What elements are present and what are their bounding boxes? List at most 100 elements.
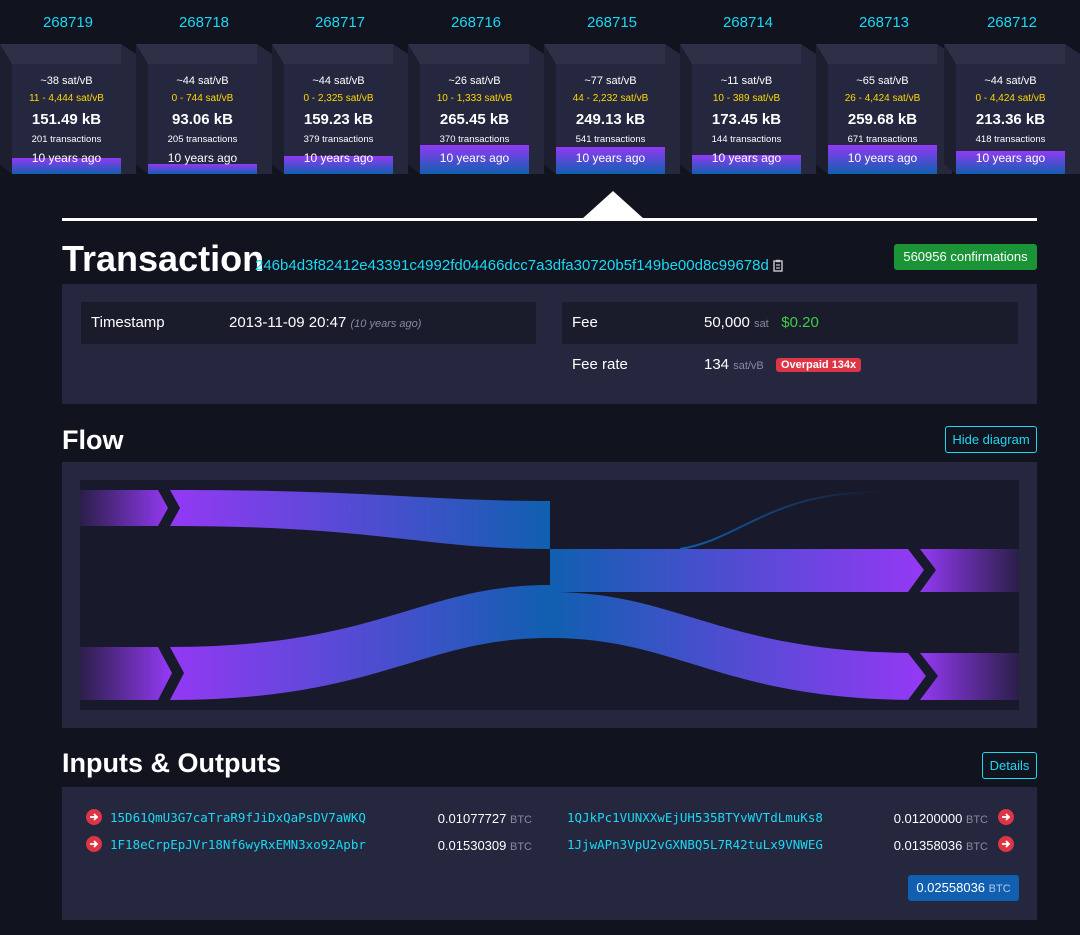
transaction-id[interactable]: 246b4d3f82412e43391c4992fd04466dcc7a3dfa…: [255, 257, 769, 274]
input-amount-unit: BTC: [510, 814, 532, 826]
block-268715[interactable]: 268715 ~77 sat/vB 44 - 2,232 sat/vB 249.…: [544, 0, 680, 180]
hide-diagram-button[interactable]: Hide diagram: [945, 426, 1037, 453]
block-median-fee: ~44 sat/vB: [176, 75, 229, 87]
input-address[interactable]: 1F18eCrpEpJVr18Nf6wyRxEMN3xo92Apbr: [110, 837, 366, 852]
block-height[interactable]: 268712: [944, 14, 1080, 31]
block-268716[interactable]: 268716 ~26 sat/vB 10 - 1,333 sat/vB 265.…: [408, 0, 544, 180]
block-face[interactable]: ~38 sat/vB 11 - 4,444 sat/vB 151.49 kB 2…: [12, 64, 121, 174]
block-cube[interactable]: ~11 sat/vB 10 - 389 sat/vB 173.45 kB 144…: [680, 44, 816, 174]
block-median-fee: ~26 sat/vB: [448, 75, 501, 87]
block-median-fee: ~44 sat/vB: [984, 75, 1037, 87]
details-button[interactable]: Details: [982, 752, 1037, 779]
header-divider: [62, 218, 1037, 221]
block-time-ago: 10 years ago: [31, 151, 102, 165]
block-fee-range: 11 - 4,444 sat/vB: [29, 93, 104, 104]
block-face[interactable]: ~77 sat/vB 44 - 2,232 sat/vB 249.13 kB 5…: [556, 64, 665, 174]
block-median-fee: ~44 sat/vB: [312, 75, 365, 87]
block-tx-count: 671 transactions: [847, 134, 918, 145]
block-face[interactable]: ~11 sat/vB 10 - 389 sat/vB 173.45 kB 144…: [692, 64, 801, 174]
arrow-right-circle-icon[interactable]: [86, 809, 102, 825]
block-cube[interactable]: ~26 sat/vB 10 - 1,333 sat/vB 265.45 kB 3…: [408, 44, 544, 174]
block-time-ago: 10 years ago: [167, 151, 238, 165]
block-height[interactable]: 268713: [816, 14, 952, 31]
flow-input-1-source[interactable]: [80, 490, 170, 526]
total-unit: BTC: [988, 883, 1011, 895]
timestamp-label: Timestamp: [91, 314, 165, 331]
block-tx-count: 201 transactions: [31, 134, 102, 145]
block-size: 265.45 kB: [439, 111, 510, 128]
block-height[interactable]: 268718: [136, 14, 272, 31]
block-height[interactable]: 268717: [272, 14, 408, 31]
arrow-right-circle-icon[interactable]: [86, 836, 102, 852]
block-height[interactable]: 268719: [0, 14, 136, 31]
flow-input-2-source[interactable]: [80, 647, 170, 700]
block-median-fee: ~77 sat/vB: [584, 75, 637, 87]
block-face[interactable]: ~26 sat/vB 10 - 1,333 sat/vB 265.45 kB 3…: [420, 64, 529, 174]
block-fee-range: 10 - 1,333 sat/vB: [436, 93, 513, 104]
flow-input-2: [170, 585, 550, 700]
selected-block-pointer: [582, 191, 644, 219]
fee-rate-unit: sat/vB: [733, 360, 764, 372]
input-amount-value: 0.01077727: [437, 811, 507, 826]
block-tx-count: 370 transactions: [439, 134, 510, 145]
block-size: 93.06 kB: [172, 111, 233, 128]
block-face[interactable]: ~65 sat/vB 26 - 4,424 sat/vB 259.68 kB 6…: [828, 64, 937, 174]
block-fee-range: 10 - 389 sat/vB: [712, 93, 781, 104]
block-tx-count: 379 transactions: [303, 134, 374, 145]
output-address[interactable]: 1QJkPc1VUNXXwEjUH535BTYvWVTdLmuKs8: [567, 810, 823, 825]
timestamp-row: Timestamp 2013-11-09 20:47 (10 years ago…: [81, 302, 536, 344]
block-face[interactable]: ~44 sat/vB 0 - 2,325 sat/vB 159.23 kB 37…: [284, 64, 393, 174]
input-amount: 0.01530309 BTC: [438, 838, 532, 853]
fee-label: Fee: [572, 314, 598, 331]
block-fee-range: 0 - 2,325 sat/vB: [303, 93, 374, 104]
block-tx-count: 205 transactions: [167, 134, 238, 145]
block-time-ago: 10 years ago: [847, 151, 918, 165]
block-268717[interactable]: 268717 ~44 sat/vB 0 - 2,325 sat/vB 159.2…: [272, 0, 408, 180]
block-face[interactable]: ~44 sat/vB 0 - 744 sat/vB 93.06 kB 205 t…: [148, 64, 257, 174]
input-address[interactable]: 15D61QmU3G7caTraR9fJiDxQaPsDV7aWKQ: [110, 810, 366, 825]
block-fee-range: 44 - 2,232 sat/vB: [572, 93, 649, 104]
block-face[interactable]: ~44 sat/vB 0 - 4,424 sat/vB 213.36 kB 41…: [956, 64, 1065, 174]
fee-rate-value: 134: [704, 356, 730, 373]
arrow-right-circle-icon[interactable]: [998, 809, 1014, 825]
transaction-details: Timestamp 2013-11-09 20:47 (10 years ago…: [62, 284, 1037, 404]
arrow-right-circle-icon[interactable]: [998, 836, 1014, 852]
fee-value-wrap: 50,000 sat $0.20: [704, 314, 819, 331]
block-cube[interactable]: ~77 sat/vB 44 - 2,232 sat/vB 249.13 kB 5…: [544, 44, 680, 174]
block-cube[interactable]: ~44 sat/vB 0 - 744 sat/vB 93.06 kB 205 t…: [136, 44, 272, 174]
block-height[interactable]: 268714: [680, 14, 816, 31]
copy-icon[interactable]: [773, 259, 785, 273]
block-cube[interactable]: ~44 sat/vB 0 - 2,325 sat/vB 159.23 kB 37…: [272, 44, 408, 174]
output-amount-value: 0.01358036: [893, 838, 963, 853]
output-amount-unit: BTC: [966, 841, 988, 853]
block-cube[interactable]: ~44 sat/vB 0 - 4,424 sat/vB 213.36 kB 41…: [944, 44, 1080, 174]
output-address[interactable]: 1JjwAPn3VpU2vGXNBQ5L7R42tuLx9VNWEG: [567, 837, 823, 852]
block-height[interactable]: 268715: [544, 14, 680, 31]
fee-rate-label: Fee rate: [572, 356, 628, 373]
block-tx-count: 418 transactions: [975, 134, 1046, 145]
flow-diagram-panel: [62, 462, 1037, 728]
block-fill: [148, 164, 257, 174]
block-height[interactable]: 268716: [408, 14, 544, 31]
io-title: Inputs & Outputs: [62, 748, 281, 778]
block-268713[interactable]: 268713 ~65 sat/vB 26 - 4,424 sat/vB 259.…: [816, 0, 952, 180]
flow-title: Flow: [62, 425, 124, 455]
fee-rate-value-wrap: 134 sat/vB Overpaid 134x: [704, 356, 862, 373]
blockchain-blocks: 268719 ~38 sat/vB 11 - 4,444 sat/vB 151.…: [0, 0, 1080, 180]
overpaid-badge: Overpaid 134x: [775, 358, 862, 372]
fee-row: Fee 50,000 sat $0.20: [562, 302, 1018, 344]
fee-usd: $0.20: [781, 314, 819, 331]
block-size: 249.13 kB: [575, 111, 646, 128]
block-size: 213.36 kB: [975, 111, 1046, 128]
input-amount: 0.01077727 BTC: [438, 811, 532, 826]
block-fee-range: 26 - 4,424 sat/vB: [844, 93, 921, 104]
block-268719[interactable]: 268719 ~38 sat/vB 11 - 4,444 sat/vB 151.…: [0, 0, 136, 180]
block-268712[interactable]: 268712 ~44 sat/vB 0 - 4,424 sat/vB 213.3…: [944, 0, 1080, 180]
output-amount: 0.01358036 BTC: [894, 838, 988, 853]
block-268714[interactable]: 268714 ~11 sat/vB 10 - 389 sat/vB 173.45…: [680, 0, 816, 180]
block-cube[interactable]: ~65 sat/vB 26 - 4,424 sat/vB 259.68 kB 6…: [816, 44, 952, 174]
block-268718[interactable]: 268718 ~44 sat/vB 0 - 744 sat/vB 93.06 k…: [136, 0, 272, 180]
block-cube[interactable]: ~38 sat/vB 11 - 4,444 sat/vB 151.49 kB 2…: [0, 44, 136, 174]
block-time-ago: 10 years ago: [303, 151, 374, 165]
flow-output-2: [550, 592, 920, 700]
